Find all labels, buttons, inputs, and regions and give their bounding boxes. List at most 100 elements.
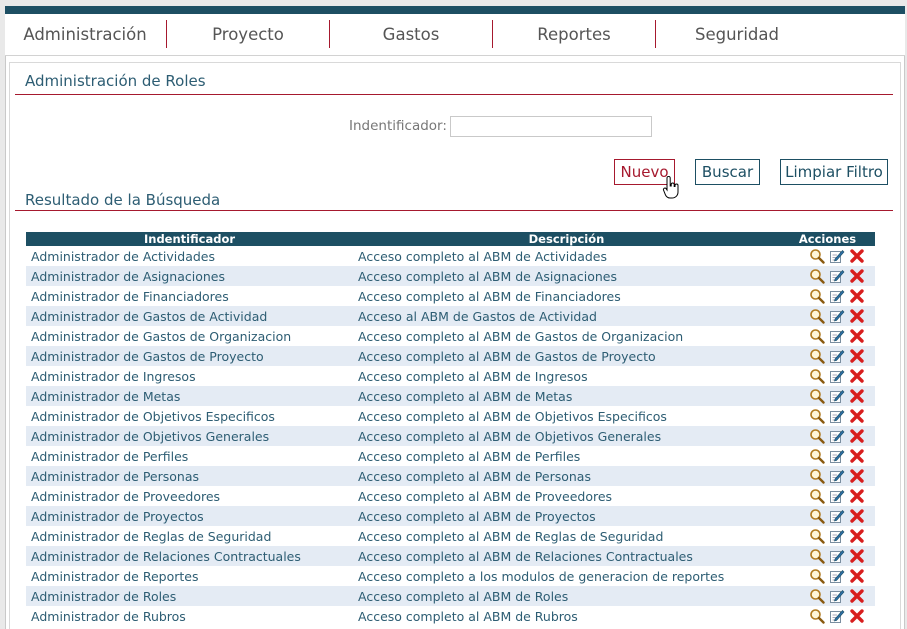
edit-icon[interactable] <box>829 468 845 484</box>
view-icon[interactable] <box>809 488 825 504</box>
table-row: Administrador de Reportes Acceso completo… <box>26 566 875 586</box>
cell-descripcion: Acceso completo al ABM de Personas <box>353 466 780 486</box>
cell-acciones <box>780 586 875 606</box>
edit-icon[interactable] <box>829 488 845 504</box>
table-row: Administrador de Proyectos Acceso complet… <box>26 506 875 526</box>
cell-identificador: Administrador de Asignaciones <box>26 266 353 286</box>
view-icon[interactable] <box>809 328 825 344</box>
view-icon[interactable] <box>809 428 825 444</box>
delete-icon[interactable] <box>849 428 865 444</box>
cell-identificador: Administrador de Perfiles <box>31 448 189 464</box>
view-icon[interactable] <box>809 248 825 264</box>
delete-icon[interactable] <box>849 408 865 424</box>
column-header-identificador[interactable]: Indentificador <box>26 232 353 246</box>
cell-descripcion: Acceso completo al ABM de Proyectos <box>353 506 780 526</box>
table-row: Administrador de Gastos de Organizacion A… <box>26 326 875 346</box>
cell-acciones <box>780 566 875 586</box>
table-row: Administrador de Objetivos Generales Acce… <box>26 426 875 446</box>
edit-icon[interactable] <box>829 548 845 564</box>
cell-acciones <box>780 326 875 346</box>
edit-icon[interactable] <box>829 568 845 584</box>
view-icon[interactable] <box>809 368 825 384</box>
edit-icon[interactable] <box>829 528 845 544</box>
nav-item-administracion[interactable]: Administración <box>5 14 165 55</box>
edit-icon[interactable] <box>829 448 845 464</box>
delete-icon[interactable] <box>849 448 865 464</box>
cell-identificador: Administrador de Proyectos <box>26 506 353 526</box>
delete-icon[interactable] <box>849 348 865 364</box>
table-row: Administrador de Gastos de Proyecto Acces… <box>26 346 875 366</box>
view-icon[interactable] <box>809 268 825 284</box>
cell-acciones <box>780 446 875 466</box>
delete-icon[interactable] <box>849 308 865 324</box>
edit-icon[interactable] <box>829 268 845 284</box>
view-icon[interactable] <box>809 528 825 544</box>
cell-acciones <box>780 466 875 486</box>
results-divider <box>15 210 893 211</box>
view-icon[interactable] <box>809 588 825 604</box>
identificador-input[interactable] <box>450 116 652 137</box>
buscar-button[interactable]: Buscar <box>695 159 760 185</box>
limpiar-filtro-button[interactable]: Limpiar Filtro <box>780 159 888 185</box>
edit-icon[interactable] <box>829 308 845 324</box>
view-icon[interactable] <box>809 548 825 564</box>
edit-icon[interactable] <box>829 248 845 264</box>
cell-descripcion: Acceso completo al ABM de Relaciones Con… <box>353 546 780 566</box>
view-icon[interactable] <box>809 408 825 424</box>
table-header-row: Indentificador Descripción Acciones <box>26 232 875 246</box>
edit-icon[interactable] <box>829 348 845 364</box>
nav-item-proyecto[interactable]: Proyecto <box>167 14 329 55</box>
cell-descripcion: Acceso completo a los modulos de generac… <box>358 568 725 584</box>
delete-icon[interactable] <box>849 328 865 344</box>
edit-icon[interactable] <box>829 428 845 444</box>
table-row: Administrador de Rubros Acceso completo a… <box>26 606 875 626</box>
nav-item-gastos[interactable]: Gastos <box>330 14 492 55</box>
cell-identificador: Administrador de Personas <box>26 466 353 486</box>
table-body: Administrador de Actividades Acceso compl… <box>26 246 875 626</box>
cell-acciones <box>780 246 875 266</box>
cell-descripcion: Acceso completo al ABM de Actividades <box>358 248 607 264</box>
delete-icon[interactable] <box>849 268 865 284</box>
delete-icon[interactable] <box>849 388 865 404</box>
edit-icon[interactable] <box>829 388 845 404</box>
view-icon[interactable] <box>809 448 825 464</box>
edit-icon[interactable] <box>829 368 845 384</box>
view-icon[interactable] <box>809 608 825 624</box>
edit-icon[interactable] <box>829 408 845 424</box>
cell-identificador: Administrador de Proveedores <box>31 488 221 504</box>
delete-icon[interactable] <box>849 488 865 504</box>
nav-item-reportes[interactable]: Reportes <box>493 14 655 55</box>
cell-identificador: Administrador de Ingresos <box>31 368 196 384</box>
view-icon[interactable] <box>809 288 825 304</box>
edit-icon[interactable] <box>829 288 845 304</box>
cell-identificador: Administrador de Roles <box>26 586 353 606</box>
view-icon[interactable] <box>809 468 825 484</box>
roles-table: Indentificador Descripción Acciones Admi… <box>26 232 875 626</box>
delete-icon[interactable] <box>849 248 865 264</box>
cell-acciones <box>780 266 875 286</box>
delete-icon[interactable] <box>849 288 865 304</box>
delete-icon[interactable] <box>849 528 865 544</box>
view-icon[interactable] <box>809 568 825 584</box>
nav-item-seguridad[interactable]: Seguridad <box>656 14 818 55</box>
delete-icon[interactable] <box>849 368 865 384</box>
delete-icon[interactable] <box>849 608 865 624</box>
column-header-descripcion[interactable]: Descripción <box>353 232 780 246</box>
delete-icon[interactable] <box>849 468 865 484</box>
edit-icon[interactable] <box>829 588 845 604</box>
view-icon[interactable] <box>809 348 825 364</box>
cell-acciones <box>780 526 875 546</box>
cell-identificador: Administrador de Rubros <box>31 608 186 624</box>
view-icon[interactable] <box>809 508 825 524</box>
delete-icon[interactable] <box>849 508 865 524</box>
delete-icon[interactable] <box>849 548 865 564</box>
cell-identificador: Administrador de Reglas de Seguridad <box>31 528 272 544</box>
edit-icon[interactable] <box>829 508 845 524</box>
edit-icon[interactable] <box>829 328 845 344</box>
delete-icon[interactable] <box>849 588 865 604</box>
view-icon[interactable] <box>809 308 825 324</box>
edit-icon[interactable] <box>829 608 845 624</box>
view-icon[interactable] <box>809 388 825 404</box>
table-row: Administrador de Gastos de Actividad Acce… <box>26 306 875 326</box>
delete-icon[interactable] <box>849 568 865 584</box>
